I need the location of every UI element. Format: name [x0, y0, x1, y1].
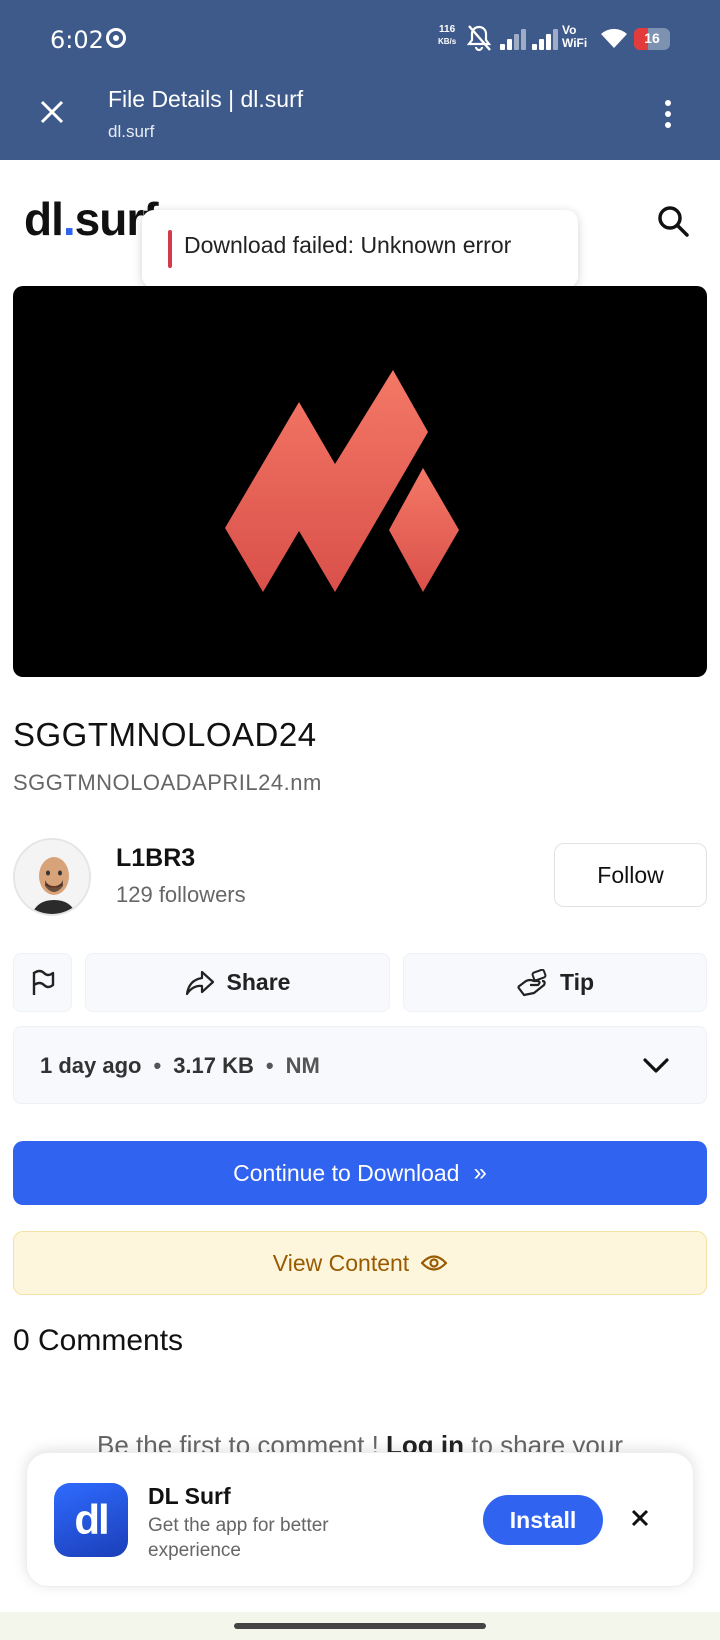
share-button[interactable]: Share [85, 953, 390, 1012]
file-preview[interactable] [13, 286, 707, 677]
vowifi-line-2: WiFi [562, 36, 588, 50]
toast-message: Download failed: Unknown error [184, 232, 512, 258]
network-speed-value: 116 [439, 24, 456, 35]
close-banner-icon[interactable] [629, 1507, 651, 1529]
status-bar: 6:02 116 KB/s Vo WiFi 16 [0, 0, 720, 78]
file-meta-panel[interactable]: 1 day ago • 3.17 KB • NM [13, 1026, 707, 1104]
status-time: 6:02 [50, 26, 104, 54]
flag-icon [32, 969, 54, 995]
app-install-banner: dl DL Surf Get the app for better experi… [26, 1452, 694, 1587]
browser-header: 6:02 116 KB/s Vo WiFi 16 File Details | … [0, 0, 720, 160]
file-extension: NM [285, 1053, 320, 1078]
search-icon[interactable] [656, 204, 690, 238]
tip-button[interactable]: Tip [403, 953, 707, 1012]
tip-hand-icon [517, 968, 547, 996]
view-content-label: View Content [272, 1249, 410, 1276]
close-icon[interactable] [36, 96, 68, 128]
follower-count: 129 followers [116, 882, 246, 907]
app-description: Get the app for better experience [148, 1515, 329, 1561]
preview-logo-image [225, 370, 459, 592]
file-name: SGGTMNOLOADAPRIL24.nm [13, 770, 322, 795]
network-speed-unit: KB/s [438, 37, 457, 46]
share-label: Share [226, 969, 291, 995]
network-speed: 116 KB/s [438, 24, 456, 48]
report-button[interactable] [13, 953, 72, 1012]
eye-icon [421, 1255, 448, 1271]
uploader-name[interactable]: L1BR3 [116, 844, 195, 873]
download-label: Continue to Download [233, 1159, 460, 1186]
app-icon: dl [54, 1483, 128, 1557]
logo-prefix: dl [24, 193, 64, 245]
chrome-icon [106, 28, 126, 48]
battery-icon: 16 [634, 28, 670, 50]
bell-muted-icon [466, 25, 492, 52]
signal-1-icon [500, 28, 526, 50]
app-name: DL Surf [148, 1483, 231, 1509]
file-size: 3.17 KB [173, 1053, 254, 1078]
tab-url: dl.surf [108, 122, 155, 141]
view-content-button[interactable]: View Content [13, 1231, 707, 1295]
install-button[interactable]: Install [483, 1495, 603, 1545]
error-toast: Download failed: Unknown error [142, 210, 578, 288]
tab-title: File Details | dl.surf [108, 86, 304, 112]
tip-label: Tip [559, 969, 595, 995]
error-indicator [168, 230, 172, 268]
upload-age: 1 day ago [40, 1053, 142, 1078]
meta-separator: • [153, 1053, 162, 1078]
continue-download-button[interactable]: Continue to Download » [13, 1141, 707, 1205]
site-logo[interactable]: dl.surf [24, 192, 159, 246]
wifi-icon [601, 28, 627, 48]
avatar-image [15, 840, 89, 914]
chevron-down-icon[interactable] [642, 1055, 670, 1077]
vowifi-indicator: Vo WiFi [562, 24, 587, 50]
avatar[interactable] [13, 838, 91, 916]
logo-dot: . [62, 193, 76, 245]
battery-level: 16 [644, 30, 660, 46]
home-indicator[interactable] [234, 1623, 486, 1629]
file-title: SGGTMNOLOAD24 [13, 716, 317, 753]
follow-button[interactable]: Follow [554, 843, 707, 907]
more-options-icon[interactable] [660, 100, 676, 130]
meta-separator: • [265, 1053, 274, 1078]
comments-heading: 0 Comments [13, 1324, 184, 1357]
double-chevron-right-icon: » [473, 1159, 487, 1186]
signal-2-icon [532, 28, 558, 50]
file-meta-line: 1 day ago • 3.17 KB • NM [40, 1053, 320, 1079]
share-icon [185, 970, 214, 995]
